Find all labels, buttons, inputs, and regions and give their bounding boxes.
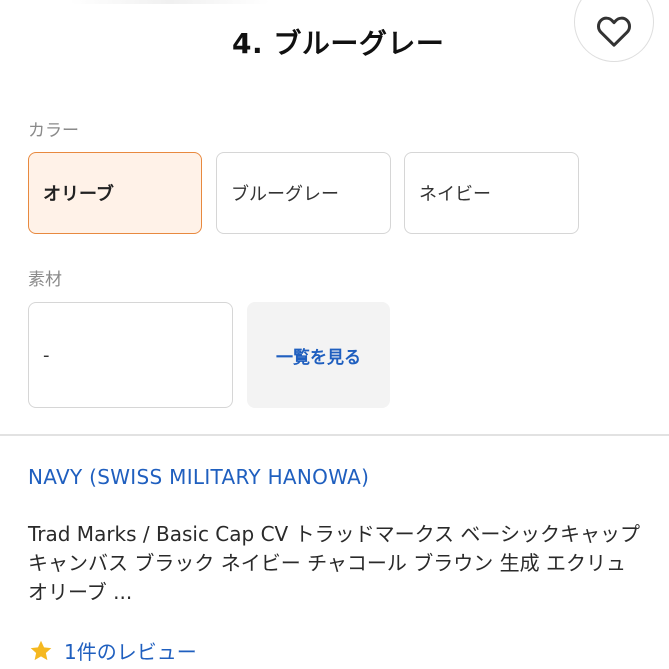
top-partial-strip: [70, 0, 270, 4]
material-section-label: 素材: [28, 270, 62, 290]
variant-title: 4. ブルーグレー: [232, 27, 445, 60]
review-count-link[interactable]: 1件のレビュー: [64, 636, 197, 665]
material-option[interactable]: -: [28, 302, 233, 408]
color-option-label: ネイビー: [419, 184, 491, 205]
color-option-label: オリーブ: [43, 184, 114, 205]
color-option-olive[interactable]: オリーブ: [28, 152, 202, 234]
heart-outline-icon: [597, 16, 631, 47]
product-page: 4. ブルーグレー カラー オリーブ ブルーグレー ネイビー 素材 - 一覧を見…: [0, 0, 669, 669]
review-row[interactable]: 1件のレビュー: [28, 636, 197, 665]
color-option-blue-gray[interactable]: ブルーグレー: [216, 152, 391, 234]
shop-name-link[interactable]: NAVY (SWISS MILITARY HANOWA): [28, 465, 369, 489]
color-section-label: カラー: [28, 121, 79, 141]
section-divider: [0, 434, 669, 436]
color-option-navy[interactable]: ネイビー: [404, 152, 579, 234]
favorite-button[interactable]: [574, 0, 654, 62]
view-all-label: 一覧を見る: [276, 347, 361, 368]
product-name[interactable]: Trad Marks / Basic Cap CV トラッドマークス ベーシック…: [28, 520, 648, 607]
star-icon: [30, 640, 52, 660]
view-all-materials-button[interactable]: 一覧を見る: [247, 302, 390, 408]
color-option-label: ブルーグレー: [231, 184, 339, 205]
material-option-value: -: [43, 344, 50, 366]
